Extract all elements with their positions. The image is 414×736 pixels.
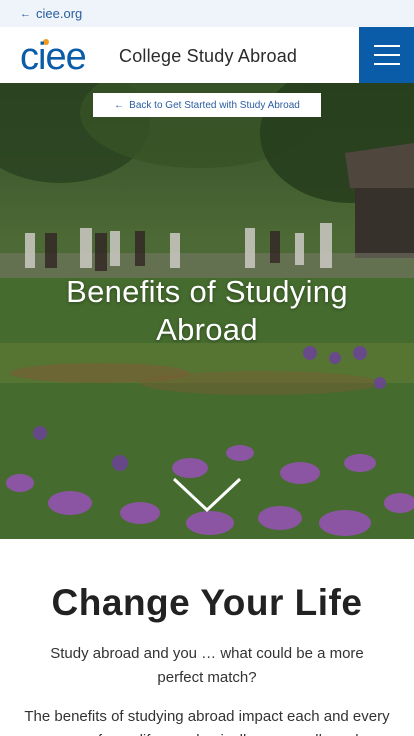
main-content: Change Your Life Study abroad and you … … bbox=[0, 539, 414, 736]
top-bar: ← ciee.org bbox=[0, 0, 414, 27]
section-heading: Change Your Life bbox=[51, 582, 363, 623]
hero-banner: ← Back to Get Started with Study Abroad … bbox=[0, 83, 414, 539]
arrow-left-icon: ← bbox=[20, 7, 31, 20]
back-to-ciee-label: ciee.org bbox=[36, 6, 83, 21]
site-header: ciee College Study Abroad bbox=[0, 27, 414, 83]
back-to-ciee-link[interactable]: ← ciee.org bbox=[20, 6, 82, 21]
menu-line-icon bbox=[373, 54, 400, 56]
back-to-get-started-link[interactable]: ← Back to Get Started with Study Abroad bbox=[93, 93, 321, 117]
menu-line-icon bbox=[373, 63, 400, 65]
benefits-paragraph: The benefits of studying abroad impact e… bbox=[24, 708, 390, 736]
site-title: College Study Abroad bbox=[119, 46, 298, 66]
hamburger-menu-button[interactable] bbox=[359, 27, 414, 83]
menu-line-icon bbox=[373, 45, 400, 47]
back-to-get-started-label: Back to Get Started with Study Abroad bbox=[129, 99, 300, 111]
hero-title: Benefits of Studying Abroad bbox=[66, 274, 348, 347]
ciee-logo[interactable]: ciee bbox=[20, 38, 104, 74]
chevron-down-icon[interactable] bbox=[172, 476, 242, 514]
arrow-left-icon: ← bbox=[114, 99, 125, 111]
intro-paragraph: Study abroad and you … what could be a m… bbox=[50, 645, 364, 686]
logo-text: ciee bbox=[20, 38, 86, 74]
